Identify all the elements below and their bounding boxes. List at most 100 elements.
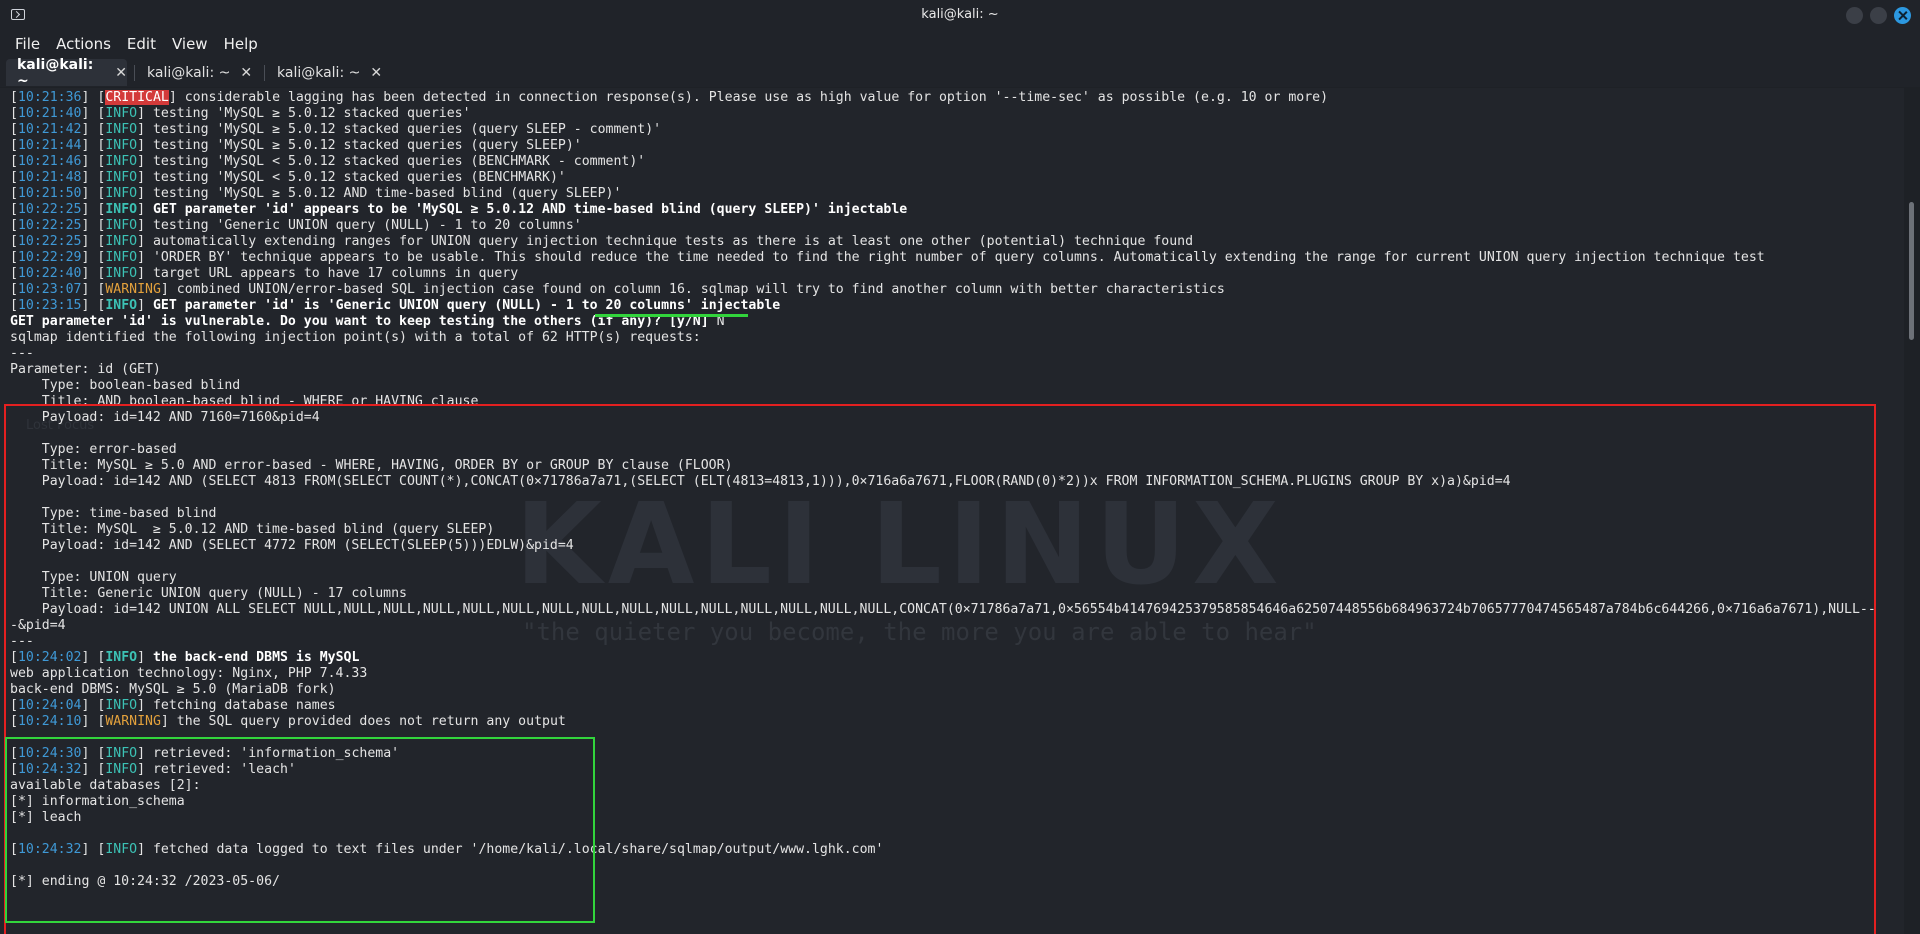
log-text: testing 'MySQL ≥ 5.0.12 AND time-based b… bbox=[145, 186, 622, 201]
tab-terminal-2[interactable]: kali@kali: ~ ✕ bbox=[136, 59, 257, 86]
terminal-lines: [10:21:36] [CRITICAL] considerable laggi… bbox=[10, 90, 1876, 890]
log-level: INFO bbox=[105, 698, 138, 713]
tab-divider bbox=[134, 65, 135, 81]
log-timestamp: 10:22:25 bbox=[17, 202, 82, 217]
tab-label: kali@kali: ~ bbox=[147, 64, 231, 81]
menu-view[interactable]: View bbox=[172, 35, 208, 53]
log-text: --- bbox=[10, 346, 34, 361]
log-text: considerable lagging has been detected i… bbox=[176, 90, 1329, 105]
log-text: retrieved: 'information_schema' bbox=[145, 746, 400, 761]
log-text: Type: time-based blind bbox=[10, 506, 217, 521]
log-timestamp: 10:24:10 bbox=[17, 714, 82, 729]
vertical-scrollbar[interactable] bbox=[1904, 88, 1920, 934]
terminal-line: Type: time-based blind bbox=[10, 506, 1876, 522]
tab-label: kali@kali: ~ bbox=[17, 56, 94, 89]
log-level: WARNING bbox=[105, 714, 161, 729]
log-timestamp: 10:22:40 bbox=[17, 266, 82, 281]
terminal-line: [10:22:40] [INFO] target URL appears to … bbox=[10, 266, 519, 281]
terminal-line: [10:23:07] [WARNING] combined UNION/erro… bbox=[10, 282, 1225, 297]
terminal-line: [10:21:36] [CRITICAL] considerable laggi… bbox=[10, 90, 1329, 105]
log-text: [*] ending @ 10:24:32 /2023-05-06/ bbox=[10, 874, 280, 889]
tab-close-icon[interactable]: ✕ bbox=[240, 65, 252, 81]
tab-terminal-1[interactable]: kali@kali: ~ ✕ bbox=[6, 56, 127, 89]
log-level: WARNING bbox=[105, 282, 161, 297]
log-text: the SQL query provided does not return a… bbox=[168, 714, 566, 729]
log-timestamp: 10:24:32 bbox=[17, 842, 82, 857]
log-timestamp: 10:24:04 bbox=[17, 698, 82, 713]
log-text: available databases [2]: bbox=[10, 778, 201, 793]
log-timestamp: 10:21:42 bbox=[17, 122, 82, 137]
terminal-line: Payload: id=142 AND 7160=7160&pid=4 bbox=[10, 410, 1876, 426]
log-timestamp: 10:23:15 bbox=[17, 298, 82, 313]
tab-bar: kali@kali: ~ ✕ kali@kali: ~ ✕ kali@kali:… bbox=[0, 56, 1920, 89]
log-text: fetching database names bbox=[145, 698, 336, 713]
log-level: INFO bbox=[105, 202, 138, 217]
log-text: combined UNION/error-based SQL injection… bbox=[168, 282, 1225, 297]
menu-actions[interactable]: Actions bbox=[56, 35, 111, 53]
log-timestamp: 10:21:46 bbox=[17, 154, 82, 169]
terminal-line: Title: AND boolean-based blind - WHERE o… bbox=[10, 394, 1876, 410]
log-text: Payload: id=142 UNION ALL SELECT NULL,NU… bbox=[10, 602, 1876, 617]
terminal-line: [10:24:32] [INFO] fetched data logged to… bbox=[10, 842, 884, 857]
tab-close-icon[interactable]: ✕ bbox=[370, 65, 382, 81]
log-text: Payload: id=142 AND 7160=7160&pid=4 bbox=[10, 410, 320, 425]
tab-label: kali@kali: ~ bbox=[277, 64, 361, 81]
terminal-line: [10:23:15] [INFO] GET parameter 'id' is … bbox=[10, 298, 781, 313]
log-text: the back-end DBMS is MySQL bbox=[145, 650, 360, 665]
maximize-button[interactable] bbox=[1870, 7, 1887, 24]
log-timestamp: 10:22:25 bbox=[17, 218, 82, 233]
scrollbar-thumb[interactable] bbox=[1909, 202, 1914, 340]
log-level: INFO bbox=[105, 650, 138, 665]
log-timestamp: 10:21:50 bbox=[17, 186, 82, 201]
log-level: INFO bbox=[105, 250, 138, 265]
log-text: testing 'MySQL ≥ 5.0.12 stacked queries' bbox=[145, 106, 471, 121]
terminal-line: [10:21:46] [INFO] testing 'MySQL < 5.0.1… bbox=[10, 154, 646, 169]
log-text: automatically extending ranges for UNION… bbox=[145, 234, 1194, 249]
minimize-button[interactable] bbox=[1846, 7, 1863, 24]
log-level: INFO bbox=[105, 842, 138, 857]
terminal-line: [10:22:25] [INFO] automatically extendin… bbox=[10, 234, 1194, 249]
terminal-line: Parameter: id (GET) bbox=[10, 362, 1876, 378]
terminal-line: GET parameter 'id' is vulnerable. Do you… bbox=[10, 314, 1876, 330]
log-text: fetched data logged to text files under … bbox=[145, 842, 884, 857]
log-text: testing 'MySQL ≥ 5.0.12 stacked queries … bbox=[145, 138, 582, 153]
terminal-line: Payload: id=142 UNION ALL SELECT NULL,NU… bbox=[10, 602, 1876, 618]
tab-divider bbox=[264, 65, 265, 81]
menu-help[interactable]: Help bbox=[224, 35, 258, 53]
log-text: testing 'MySQL ≥ 5.0.12 stacked queries … bbox=[145, 122, 662, 137]
terminal-line: [10:22:25] [INFO] testing 'Generic UNION… bbox=[10, 218, 582, 233]
log-level: INFO bbox=[105, 746, 138, 761]
log-text: Parameter: id (GET) bbox=[10, 362, 161, 377]
terminal-line: [10:22:25] [INFO] GET parameter 'id' app… bbox=[10, 202, 908, 217]
log-level: INFO bbox=[105, 106, 138, 121]
log-text: -&pid=4 bbox=[10, 618, 66, 633]
window-title: kali@kali: ~ bbox=[921, 7, 999, 22]
terminal-line: -&pid=4 bbox=[10, 618, 1876, 634]
menu-file[interactable]: File bbox=[15, 35, 40, 53]
log-text: sqlmap identified the following injectio… bbox=[10, 330, 701, 345]
terminal-line: --- bbox=[10, 634, 1876, 650]
log-text: GET parameter 'id' appears to be 'MySQL … bbox=[145, 202, 908, 217]
tab-close-icon[interactable]: ✕ bbox=[115, 65, 127, 81]
highlight-underline bbox=[595, 314, 748, 317]
log-timestamp: 10:21:40 bbox=[17, 106, 82, 121]
menu-edit[interactable]: Edit bbox=[127, 35, 156, 53]
terminal-line: Title: MySQL ≥ 5.0.12 AND time-based bli… bbox=[10, 522, 1876, 538]
log-level: INFO bbox=[105, 762, 138, 777]
log-text: Payload: id=142 AND (SELECT 4813 FROM(SE… bbox=[10, 474, 1511, 489]
terminal-line: [10:21:42] [INFO] testing 'MySQL ≥ 5.0.1… bbox=[10, 122, 662, 137]
log-level: INFO bbox=[105, 122, 138, 137]
log-text: web application technology: Nginx, PHP 7… bbox=[10, 666, 368, 681]
terminal-line: sqlmap identified the following injectio… bbox=[10, 330, 1876, 346]
log-level: INFO bbox=[105, 218, 138, 233]
close-window-button[interactable] bbox=[1894, 7, 1911, 24]
tab-terminal-3[interactable]: kali@kali: ~ ✕ bbox=[266, 59, 387, 86]
log-text: [*] leach bbox=[10, 810, 82, 825]
terminal-output[interactable]: KALI LINUX "the quieter you become, the … bbox=[0, 88, 1904, 934]
log-timestamp: 10:21:48 bbox=[17, 170, 82, 185]
log-level: INFO bbox=[105, 186, 138, 201]
terminal-line: [*] ending @ 10:24:32 /2023-05-06/ bbox=[10, 874, 1876, 890]
